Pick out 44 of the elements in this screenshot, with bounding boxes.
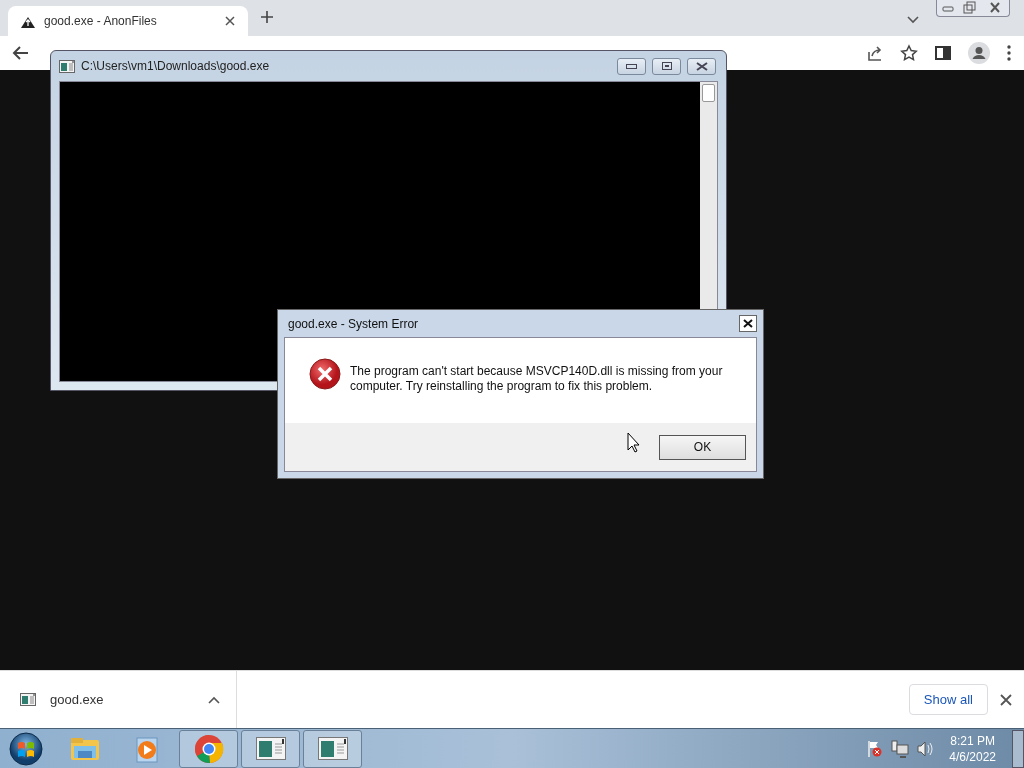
close-icon[interactable] [1000,693,1012,706]
clock-date: 4/6/2022 [949,748,996,765]
ok-button[interactable]: OK [659,434,746,460]
show-all-button[interactable]: Show all [908,684,988,715]
side-panel-icon[interactable] [934,44,952,62]
window-title: C:\Users\vm1\Downloads\good.exe [81,58,271,75]
chrome-icon [193,733,224,764]
start-button[interactable] [9,731,43,766]
maximize-icon [661,62,672,70]
back-icon[interactable] [12,44,30,62]
star-icon[interactable] [900,44,918,62]
share-icon[interactable] [866,44,884,62]
console-icon [59,59,75,73]
taskbar-button[interactable] [179,729,238,768]
error-icon [309,358,341,390]
file-icon [20,693,36,706]
action-center-flag-icon [867,739,884,758]
profile-icon[interactable] [968,42,990,64]
close-icon [743,319,753,328]
cursor-icon [627,432,641,453]
volume-icon [917,739,934,758]
minimize-icon [626,63,637,69]
clock-time: 8:21 PM [950,732,995,749]
console-icon [255,737,286,760]
chevron-up-icon[interactable] [208,695,220,704]
console-icon [317,737,348,760]
tab-title: good.exe - AnonFiles [44,13,158,30]
maximize-button[interactable] [652,57,681,75]
dialog-title: good.exe - System Error [287,315,420,333]
close-icon [695,61,708,71]
close-icon[interactable] [224,15,236,27]
close-button[interactable] [739,315,757,332]
minimize-button[interactable] [617,57,646,75]
chevron-down-icon[interactable] [906,15,920,24]
taskbar-button[interactable] [303,729,362,768]
new-tab-icon[interactable] [260,10,274,24]
taskbar-button[interactable] [241,729,300,768]
close-button[interactable] [687,57,716,75]
show-desktop-button[interactable] [1012,729,1024,768]
menu-icon[interactable] [1006,44,1012,62]
error-message: The program can't start because MSVCP140D.dll is missing from your computer. Try reinstalling the program to fix this problem. [350,364,724,394]
download-name[interactable]: good.exe [50,689,194,710]
network-icon [891,739,910,758]
browser-tab[interactable]: good.exe - AnonFiles [8,6,248,36]
